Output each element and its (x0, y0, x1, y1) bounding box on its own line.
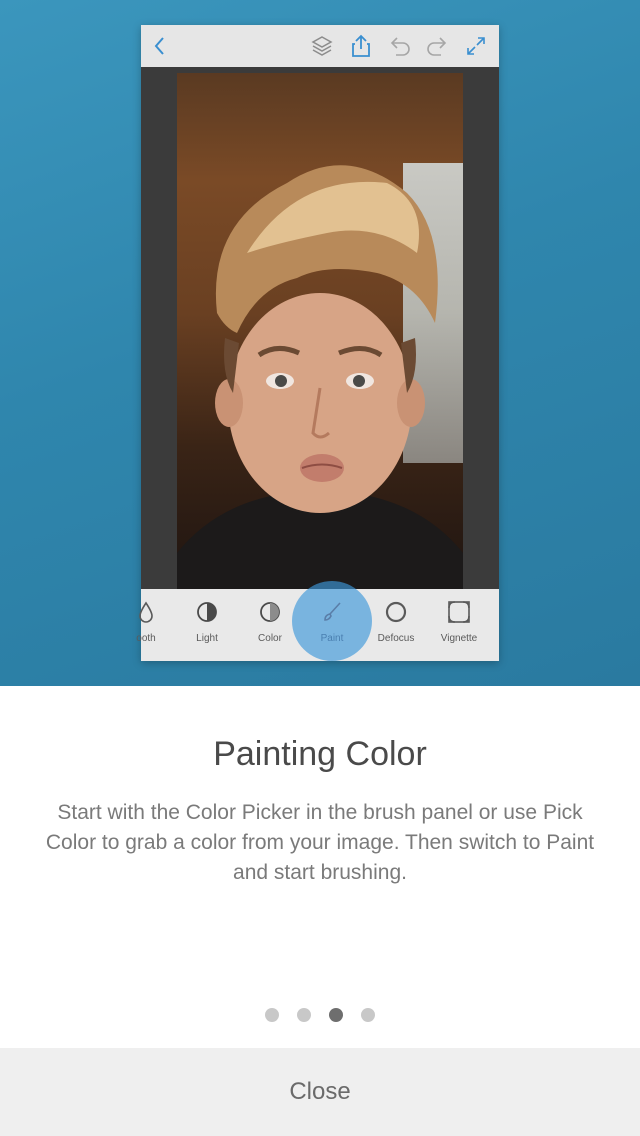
tool-label: Paint (320, 633, 344, 644)
layers-icon (309, 33, 335, 59)
page-dot[interactable] (297, 1008, 311, 1022)
tool-label: Vignette (440, 633, 478, 644)
tool-smooth: ooth (115, 589, 177, 661)
undo-icon (387, 33, 413, 59)
page-dot[interactable] (361, 1008, 375, 1022)
portrait-photo (177, 73, 463, 607)
phone-toolbar (141, 25, 499, 67)
half-circle-icon (194, 599, 220, 625)
close-button-label: Close (289, 1078, 351, 1105)
slide-description: Start with the Color Picker in the brush… (45, 801, 595, 884)
fullscreen-icon (463, 33, 489, 59)
tool-paint: Paint (301, 589, 363, 661)
adjustment-toolbar: ooth Light Color Paint Defocus Vignette (136, 581, 499, 661)
tool-vignette: Vignette (428, 589, 490, 661)
phone-screenshot: ooth Light Color Paint Defocus Vignette (136, 25, 499, 661)
redo-icon (424, 33, 450, 59)
circle-icon (383, 599, 409, 625)
tool-label: ooth (136, 633, 156, 644)
page-dot[interactable] (265, 1008, 279, 1022)
page-dot-active[interactable] (329, 1008, 343, 1022)
page-indicator (0, 1008, 640, 1022)
brush-icon (319, 599, 345, 625)
tool-defocus: Defocus (365, 589, 427, 661)
back-icon (147, 33, 173, 59)
portrait-illustration (177, 165, 463, 607)
tool-label: Light (196, 633, 218, 644)
vignette-icon (446, 599, 472, 625)
tutorial-hero: ooth Light Color Paint Defocus Vignette (0, 0, 640, 686)
tool-color: Color (239, 589, 301, 661)
slide-title: Painting Color (213, 735, 427, 773)
tool-label: Color (258, 633, 282, 644)
share-icon (348, 33, 374, 59)
tool-light: Light (176, 589, 238, 661)
tool-label: Defocus (377, 633, 415, 644)
drop-icon (133, 599, 159, 625)
close-button[interactable]: Close (0, 1048, 640, 1136)
half-circle-icon (257, 599, 283, 625)
